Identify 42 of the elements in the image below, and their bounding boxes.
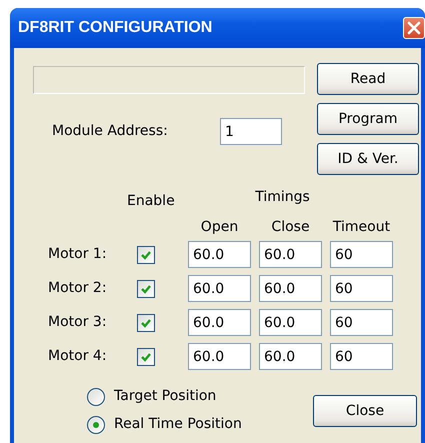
enable-checkbox[interactable] — [137, 280, 155, 298]
motor-label: Motor 2: — [48, 279, 108, 298]
motor-label: Motor 4: — [48, 347, 108, 366]
timing-field[interactable]: 60.0 — [259, 343, 322, 370]
timing-field[interactable]: 60 — [330, 275, 393, 302]
timing-field[interactable]: 60.0 — [188, 343, 251, 370]
motor-label: Motor 1: — [48, 245, 108, 264]
check-icon — [140, 248, 152, 260]
timings-header: Timings — [255, 188, 310, 207]
enable-header: Enable — [127, 192, 176, 211]
module-address-field[interactable]: 1 — [220, 118, 282, 145]
radio-label: Target Position — [114, 387, 216, 406]
timing-field[interactable]: 60.0 — [188, 275, 251, 302]
close-icon — [407, 21, 421, 35]
check-icon — [140, 282, 152, 294]
window-title: DF8RIT CONFIGURATION — [18, 18, 212, 38]
motor-label: Motor 3: — [48, 313, 108, 332]
close-button[interactable]: Close — [313, 395, 417, 427]
column-header: Timeout — [332, 218, 390, 237]
timing-field[interactable]: 60.0 — [188, 241, 251, 268]
timing-field[interactable]: 60.0 — [259, 309, 322, 336]
column-header: Open — [200, 218, 238, 237]
column-header: Close — [271, 218, 310, 237]
check-icon — [140, 316, 152, 328]
enable-checkbox[interactable] — [137, 348, 155, 366]
radio-button[interactable] — [87, 416, 105, 434]
enable-checkbox[interactable] — [137, 246, 155, 264]
timing-field[interactable]: 60 — [330, 343, 393, 370]
radio-label: Real Time Position — [114, 415, 242, 434]
enable-checkbox[interactable] — [137, 314, 155, 332]
module-address-label: Module Address: — [52, 122, 169, 141]
timing-field[interactable]: 60.0 — [259, 275, 322, 302]
read-button[interactable]: Read — [317, 63, 419, 95]
timing-field[interactable]: 60.0 — [188, 309, 251, 336]
id-version-button[interactable]: ID & Ver. — [317, 143, 419, 175]
timing-field[interactable]: 60 — [330, 309, 393, 336]
timing-field[interactable]: 60 — [330, 241, 393, 268]
close-window-button[interactable] — [403, 17, 425, 39]
check-icon — [140, 350, 152, 362]
radio-button[interactable] — [87, 388, 105, 406]
program-button[interactable]: Program — [317, 103, 419, 135]
timing-field[interactable]: 60.0 — [259, 241, 322, 268]
